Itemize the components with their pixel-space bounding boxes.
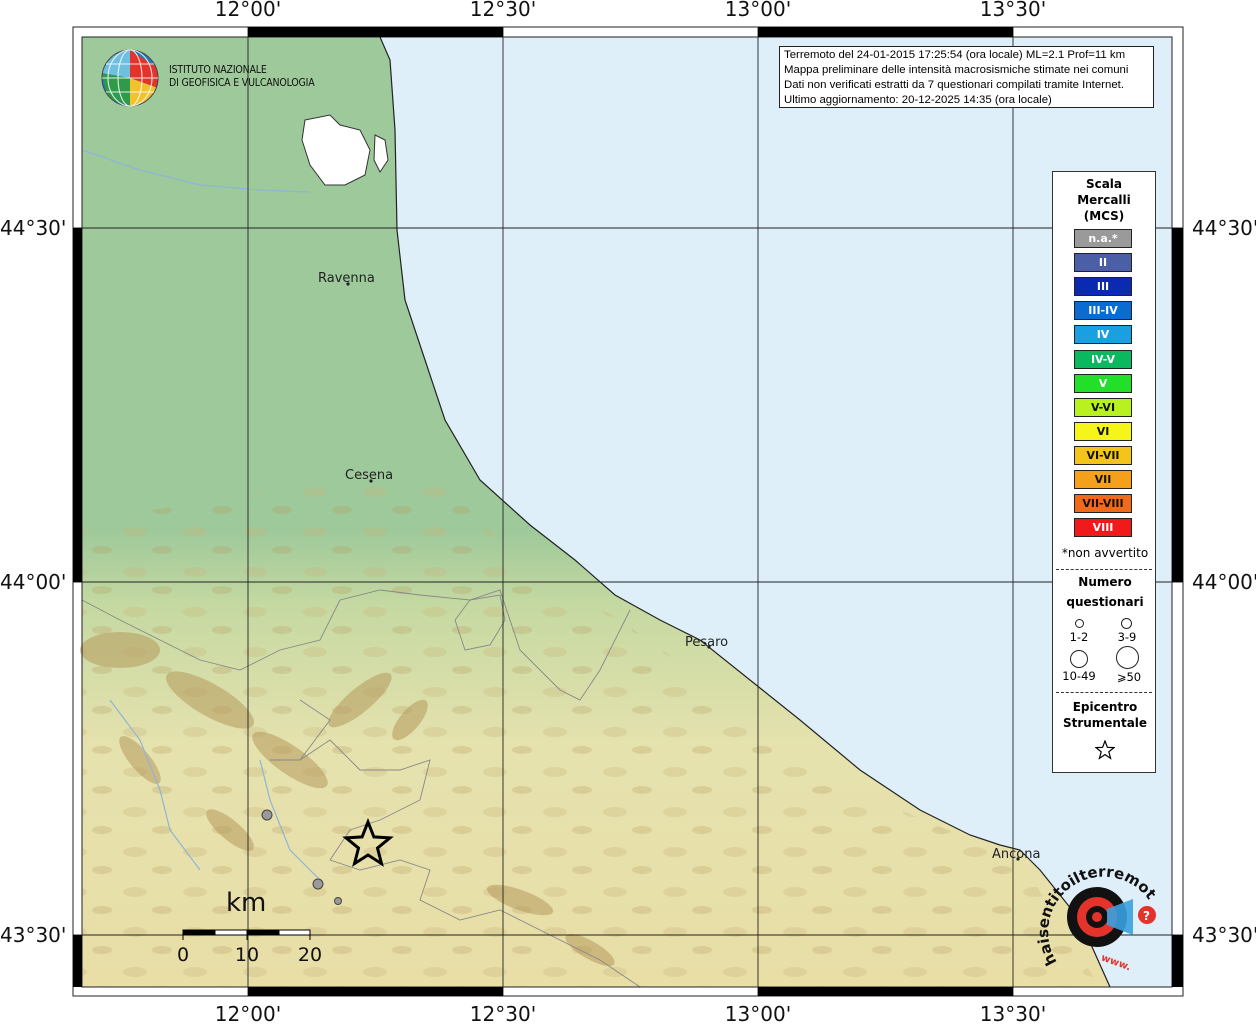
legend-title-line: Scala (1085, 177, 1123, 191)
mcs-swatch: II (1074, 253, 1132, 273)
haisentito-logo-icon: ? haisentitoilterremoto.it www. (1035, 857, 1160, 973)
legend-divider (1056, 692, 1152, 693)
lat-label-right: 44°00' (1192, 570, 1256, 594)
mcs-swatch: VII (1074, 470, 1132, 489)
scalebar-unit: km (226, 888, 267, 918)
mcs-swatch: V (1074, 373, 1132, 393)
legend-title: Scala Mercalli (MCS) (1053, 176, 1155, 224)
questionnaires-title-line: Numero (1078, 575, 1132, 589)
mcs-swatch: VI (1074, 421, 1132, 441)
svg-text:?: ? (1143, 909, 1150, 923)
questionnaire-size-label: ⩾50 (1116, 670, 1142, 684)
event-info-line: Dati non verificati estratti da 7 questi… (784, 79, 1124, 91)
lon-label-bottom: 13°30' (979, 1002, 1047, 1026)
lat-label-left: 43°30' (0, 923, 67, 947)
mcs-swatch: III (1074, 277, 1132, 297)
lon-label-top: 13°30' (979, 0, 1047, 21)
mcs-swatch: III-IV (1074, 301, 1132, 321)
ingv-logo-icon (101, 49, 159, 107)
legend-note: *non avvertito (1061, 546, 1149, 560)
lat-label-left: 44°00' (0, 570, 67, 594)
lat-label-left: 44°30' (0, 216, 67, 240)
institute-line: ISTITUTO NAZIONALE (169, 64, 267, 76)
lat-label-right: 44°30' (1192, 216, 1256, 240)
lat-label-right: 43°30' (1192, 923, 1256, 947)
mcs-swatch: IV (1074, 325, 1132, 345)
questionnaire-size-label: 3-9 (1117, 630, 1137, 644)
questionnaire-size-icon (1075, 619, 1084, 628)
epicenter-star-icon (1095, 740, 1115, 760)
mcs-swatch: V-VI (1074, 397, 1132, 417)
haisentito-logo-url: www. (1099, 952, 1132, 973)
event-info-line: Mappa preliminare delle intensità macros… (784, 64, 1129, 76)
epicenter-title-line: Strumentale (1062, 716, 1148, 730)
questionnaire-size-icon (1116, 646, 1139, 669)
event-info-box: Terremoto del 24-01-2015 17:25:54 (ora l… (779, 46, 1154, 108)
event-info-line: Terremoto del 24-01-2015 17:25:54 (ora l… (784, 49, 1126, 61)
legend-title-line: (MCS) (1083, 209, 1125, 223)
lon-label-bottom: 13°00' (724, 1002, 792, 1026)
city-label-ancona: Ancona (992, 847, 1041, 862)
legend-divider (1056, 569, 1152, 570)
mcs-swatch: n.a.* (1074, 229, 1132, 248)
questionnaires-title-line: questionari (1066, 595, 1144, 609)
mcs-swatch: VII-VIII (1074, 494, 1132, 514)
scalebar-tick: 10 (234, 944, 260, 966)
intensity-point (312, 878, 324, 890)
lon-label-bottom: 12°00' (214, 1002, 282, 1026)
city-label-ravenna: Ravenna (318, 271, 375, 286)
mcs-swatch: VIII (1074, 518, 1132, 538)
city-label-pesaro: Pesaro (685, 635, 729, 650)
lon-label-top: 12°30' (469, 0, 537, 21)
institute-name: ISTITUTO NAZIONALE DI GEOFISICA E VULCAN… (169, 64, 315, 90)
scalebar-tick: 0 (176, 944, 190, 966)
scalebar-tick: 20 (297, 944, 323, 966)
epicenter-title: Epicentro Strumentale (1053, 699, 1157, 731)
lon-label-top: 13°00' (724, 0, 792, 21)
lon-label-top: 12°00' (214, 0, 282, 21)
event-info-line: Ultimo aggiornamento: 20-12-2025 14:35 (… (784, 94, 1052, 106)
questionnaire-size-icon (1121, 618, 1132, 629)
city-label-cesena: Cesena (345, 468, 394, 483)
lon-label-bottom: 12°30' (469, 1002, 537, 1026)
questionnaire-size-icon (1070, 650, 1088, 668)
questionnaires-title: Numero questionari (1053, 572, 1157, 612)
legend-title-line: Mercalli (1077, 193, 1131, 207)
mcs-swatch: IV-V (1074, 349, 1132, 369)
intensity-point (334, 897, 342, 905)
institute-line: DI GEOFISICA E VULCANOLOGIA (169, 77, 315, 89)
epicenter-title-line: Epicentro (1072, 700, 1138, 714)
intensity-point (261, 809, 273, 821)
mcs-swatch: VI-VII (1074, 445, 1132, 465)
questionnaire-size-label: 1-2 (1069, 630, 1089, 644)
questionnaire-size-label: 10-49 (1062, 669, 1096, 683)
legend-panel: Scala Mercalli (MCS) n.a.* II III III-IV IV I… (1052, 171, 1156, 773)
